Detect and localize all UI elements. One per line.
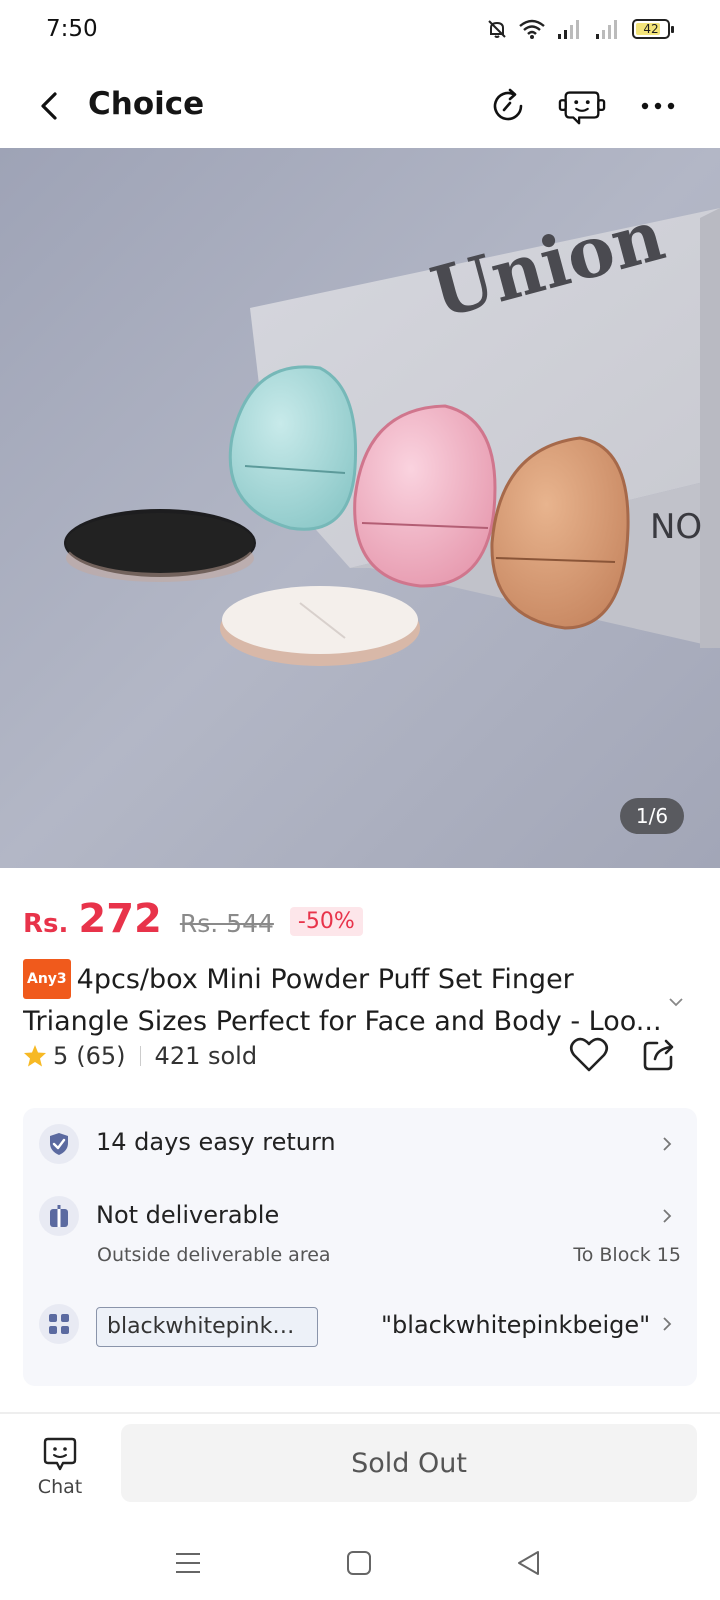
home-square-icon: [347, 1551, 371, 1575]
shield-check-icon: [39, 1124, 79, 1164]
chevron-right-icon: [657, 1314, 677, 1334]
original-price: Rs. 544: [179, 909, 274, 938]
more-button[interactable]: [634, 82, 682, 130]
return-text: 14 days easy return: [96, 1128, 336, 1156]
product-image-gallery[interactable]: Union NO 1/6: [0, 148, 720, 868]
wishlist-button[interactable]: [566, 1032, 612, 1078]
rating-row[interactable]: 5 (65) 421 sold: [23, 1038, 257, 1074]
image-counter: 1/6: [620, 798, 684, 834]
mute-bell-icon: [488, 20, 506, 38]
star-icon: [24, 1045, 46, 1067]
book-side-text: NO: [650, 507, 702, 547]
back-chevron-icon: [41, 92, 57, 120]
page-title: Choice: [88, 86, 205, 122]
chat-icon: [43, 1437, 77, 1471]
gift-box-icon: [39, 1196, 79, 1236]
status-bar: 7:50 42: [0, 0, 720, 64]
wifi-icon: [519, 19, 545, 39]
rating-score: 5: [53, 1042, 69, 1070]
grid-icon: [39, 1304, 79, 1344]
recent-apps-button[interactable]: [163, 1538, 213, 1588]
support-button[interactable]: [558, 82, 606, 130]
return-policy-row[interactable]: 14 days easy return: [23, 1108, 697, 1180]
header: Choice: [0, 64, 720, 148]
any3-tag: Any3: [23, 959, 71, 999]
more-dots-icon: [641, 102, 675, 110]
delivery-subtext: Outside deliverable area: [97, 1244, 331, 1266]
discount-badge: -50%: [289, 907, 363, 936]
service-info-card: 14 days easy return Not deliverable Outs…: [23, 1108, 697, 1386]
chevron-right-icon: [657, 1134, 677, 1154]
back-triangle-icon: [518, 1551, 539, 1575]
back-button[interactable]: [30, 84, 70, 128]
delivery-row[interactable]: Not deliverable Outside deliverable area…: [23, 1180, 697, 1290]
history-refresh-icon: [493, 88, 523, 121]
support-robot-icon: [558, 91, 606, 125]
menu-icon: [176, 1553, 200, 1573]
chevron-right-icon: [657, 1206, 677, 1226]
selected-variant: "blackwhitepinkbeige": [381, 1311, 651, 1339]
system-back-button[interactable]: [504, 1538, 554, 1588]
status-icons: 42: [486, 18, 674, 40]
rating-count: (65): [76, 1042, 126, 1070]
price-row: Rs. 272 Rs. 544 -50%: [23, 896, 363, 942]
title-text-1: 4pcs/box Mini Powder Puff Set Finger: [76, 964, 574, 995]
battery-level: 42: [643, 22, 659, 36]
status-time: 7:50: [46, 16, 98, 42]
price-currency: Rs.: [23, 909, 69, 939]
sold-count: 421 sold: [154, 1042, 258, 1070]
variant-chip[interactable]: blackwhitepinkbeige: [96, 1307, 318, 1347]
product-photo: Union NO: [0, 148, 720, 868]
signal-icon: [596, 20, 617, 39]
chevron-down-icon: [669, 998, 683, 1007]
product-title[interactable]: Any3 4pcs/box Mini Powder Puff Set Finger…: [23, 959, 663, 1040]
signal-icon: [558, 20, 579, 39]
product-title-line-1: Any3 4pcs/box Mini Powder Puff Set Finger: [23, 959, 663, 1004]
expand-title-button[interactable]: [664, 990, 688, 1014]
delivery-title: Not deliverable: [96, 1201, 280, 1229]
heart-icon: [569, 1037, 609, 1072]
delivery-destination: To Block 15: [573, 1244, 681, 1266]
battery-icon: 42: [632, 19, 674, 39]
share-button[interactable]: [636, 1032, 682, 1078]
chat-button[interactable]: Chat: [28, 1436, 92, 1512]
history-button[interactable]: [484, 82, 532, 130]
sold-out-button[interactable]: Sold Out: [121, 1424, 697, 1502]
system-nav-bar: [0, 1528, 720, 1600]
chat-label: Chat: [37, 1476, 83, 1498]
current-price: 272: [78, 896, 162, 942]
home-button[interactable]: [334, 1538, 384, 1588]
share-icon: [643, 1039, 674, 1071]
rating-separator: [139, 1046, 141, 1066]
bottom-divider: [0, 1412, 720, 1414]
